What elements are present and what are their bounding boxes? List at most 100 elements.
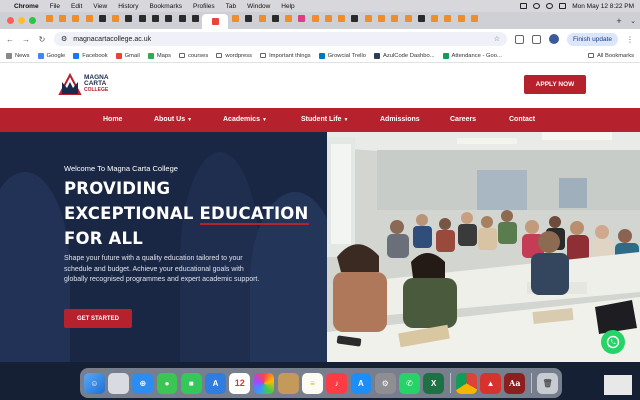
forward-icon[interactable]: → [22, 35, 30, 44]
new-tab-button[interactable]: + [612, 16, 626, 26]
bookmark-folder[interactable]: Important things [260, 53, 311, 59]
app-store-alt-icon[interactable]: A [205, 372, 226, 394]
bookmark-star-icon[interactable]: ☆ [494, 35, 500, 43]
back-icon[interactable]: ← [6, 35, 14, 44]
notes-folder-icon[interactable] [277, 372, 299, 394]
browser-tab[interactable] [176, 12, 188, 24]
minimize-window-button[interactable] [18, 17, 25, 24]
menu-profiles[interactable]: Profiles [193, 3, 215, 10]
browser-tab[interactable] [362, 12, 374, 24]
notes-icon[interactable]: ≡ [302, 372, 323, 394]
browser-tab[interactable] [189, 12, 201, 24]
facetime-icon[interactable]: ■ [180, 372, 202, 394]
browser-tab[interactable] [43, 12, 55, 24]
reload-icon[interactable]: ↻ [38, 35, 46, 44]
browser-tab[interactable] [389, 12, 401, 24]
menu-tab[interactable]: Tab [226, 3, 236, 10]
bookmark-item[interactable]: Google [37, 52, 65, 59]
excel-icon[interactable]: X [423, 372, 445, 394]
fullscreen-window-button[interactable] [29, 17, 36, 24]
browser-tab[interactable] [123, 12, 135, 24]
bookmark-item[interactable]: AzulCode Dashbo... [373, 52, 435, 59]
url-text[interactable]: magnacartacollege.ac.uk [73, 36, 151, 43]
menu-edit[interactable]: Edit [71, 3, 82, 10]
browser-tab[interactable] [136, 12, 148, 24]
whatsapp-app-icon[interactable]: ✆ [399, 372, 420, 394]
menu-history[interactable]: History [118, 3, 138, 10]
search-icon[interactable] [546, 3, 554, 9]
tab-active[interactable] [202, 14, 229, 29]
close-window-button[interactable] [7, 17, 14, 24]
browser-tab[interactable] [163, 12, 175, 24]
system-settings-icon[interactable]: ⚙ [374, 372, 396, 394]
site-info-icon[interactable]: ⚙ [61, 35, 67, 43]
safari-icon[interactable]: ⊕ [132, 372, 154, 394]
whatsapp-chat-button[interactable] [601, 330, 625, 354]
browser-tab[interactable] [455, 12, 467, 24]
wifi-icon[interactable] [533, 3, 541, 9]
browser-tab[interactable] [56, 12, 68, 24]
chrome-icon[interactable] [456, 372, 477, 394]
browser-tab[interactable] [269, 12, 281, 24]
all-bookmarks-folder[interactable]: All Bookmarks [587, 53, 634, 59]
menu-view[interactable]: View [93, 3, 107, 10]
control-center-icon[interactable] [559, 3, 567, 9]
bookmark-folder[interactable]: courses [179, 53, 208, 59]
nav-admissions[interactable]: Admissions [380, 108, 420, 132]
browser-tab[interactable] [229, 12, 241, 24]
finder-icon[interactable]: ☺ [84, 372, 105, 394]
side-panel-icon[interactable] [531, 34, 541, 44]
browser-tab[interactable] [309, 12, 321, 24]
nav-academics[interactable]: Academics ▼ [223, 108, 267, 132]
profile-avatar[interactable] [548, 34, 559, 44]
browser-tab[interactable] [428, 12, 440, 24]
bookmark-folder[interactable]: wordpress [216, 53, 252, 59]
calendar-icon[interactable]: 12 [229, 372, 251, 394]
browser-tab[interactable] [442, 12, 454, 24]
browser-tab[interactable] [109, 12, 121, 24]
finish-update-button[interactable]: Finish update [566, 32, 618, 46]
nav-careers[interactable]: Careers [450, 108, 476, 132]
browser-tab[interactable] [336, 12, 348, 24]
dictionary-icon[interactable]: Aa [504, 372, 526, 394]
bookmark-item[interactable]: Growcial Trello [318, 52, 366, 59]
browser-tab[interactable] [468, 12, 480, 24]
menu-chrome[interactable]: Chrome [14, 3, 39, 10]
browser-tab[interactable] [96, 12, 108, 24]
bookmark-item[interactable]: News [6, 52, 30, 59]
get-started-button[interactable]: GET STARTED [64, 309, 132, 328]
acrobat-icon[interactable]: ▲ [480, 372, 501, 394]
nav-about-us[interactable]: About Us ▼ [154, 108, 192, 132]
apply-now-button[interactable]: APPLY NOW [524, 75, 586, 94]
trash-icon[interactable]: 🗑 [537, 372, 558, 394]
app-store-icon[interactable]: A [350, 372, 372, 394]
menu-help[interactable]: Help [281, 3, 294, 10]
bookmark-item[interactable]: Attendance - Goo... [442, 52, 502, 59]
nav-contact[interactable]: Contact [509, 108, 535, 132]
screenshot-thumbnail[interactable] [604, 375, 632, 395]
browser-tab[interactable] [282, 12, 294, 24]
extensions-icon[interactable] [514, 34, 524, 44]
music-icon[interactable]: ♪ [326, 372, 348, 394]
messages-icon[interactable]: ● [156, 372, 178, 394]
browser-tab[interactable] [402, 12, 414, 24]
battery-icon[interactable] [520, 3, 528, 9]
browser-tab[interactable] [322, 12, 334, 24]
nav-home[interactable]: Home [103, 108, 122, 132]
bookmark-item[interactable]: Gmail [115, 52, 140, 59]
tab-search-icon[interactable]: ⌄ [626, 17, 640, 25]
browser-tab[interactable] [296, 12, 308, 24]
browser-tab[interactable] [243, 12, 255, 24]
browser-tab[interactable] [70, 12, 82, 24]
menu-bar-clock[interactable]: Mon May 12 8:22 PM [572, 3, 634, 10]
bookmark-item[interactable]: Facebook [73, 52, 108, 59]
menu-bookmarks[interactable]: Bookmarks [149, 3, 182, 10]
menu-window[interactable]: Window [247, 3, 270, 10]
browser-tab[interactable] [349, 12, 361, 24]
browser-tab[interactable] [83, 12, 95, 24]
browser-tab[interactable] [375, 12, 387, 24]
photos-icon[interactable] [253, 372, 275, 394]
college-logo[interactable]: MAGNA CARTA COLLEGE [58, 73, 109, 95]
more-menu-icon[interactable]: ⋮ [626, 35, 634, 44]
nav-student-life[interactable]: Student Life ▼ [301, 108, 348, 132]
